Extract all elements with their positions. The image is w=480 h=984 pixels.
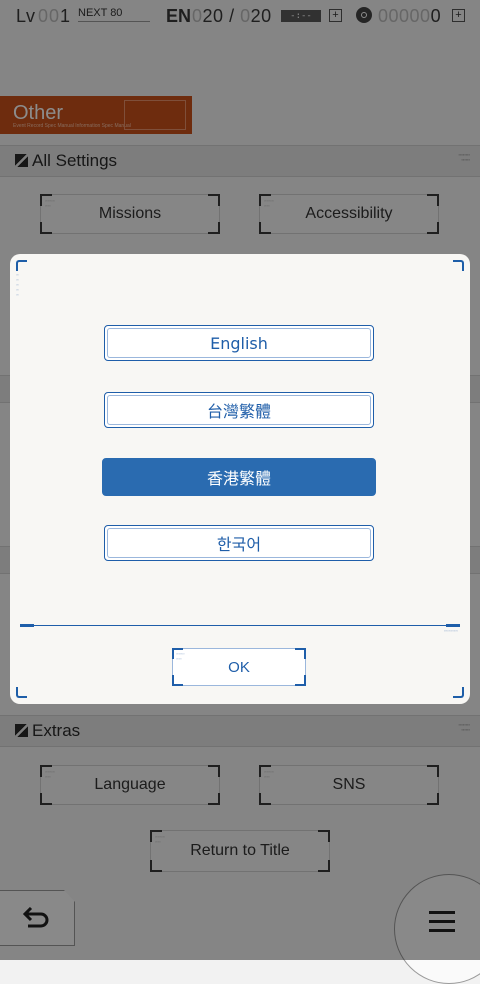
dialog-corner: [453, 687, 464, 698]
dialog-divider: [20, 625, 460, 626]
ok-label: OK: [228, 658, 250, 676]
language-option-label: 台灣繁體: [206, 402, 271, 421]
language-option-korean[interactable]: 한국어: [104, 525, 374, 561]
language-option-traditional-chinese-hongkong[interactable]: 香港繁體: [102, 458, 376, 496]
language-option-traditional-chinese-taiwan[interactable]: 台灣繁體: [104, 392, 374, 428]
dialog-divider-tag: ▫▫▫▫▫▫▫▫▫▫: [443, 628, 458, 633]
language-option-label: 香港繁體: [206, 469, 271, 488]
language-option-label: 한국어: [216, 535, 262, 554]
dialog-divider-end: [20, 624, 34, 627]
dialog-corner: [16, 260, 27, 271]
language-option-label: English: [210, 333, 268, 353]
dialog-tag: ▫▫ ▫▫ ▫▫ ▫▫ ▫▫: [16, 272, 19, 297]
dialog-corner: [16, 687, 27, 698]
dialog-corner: [453, 260, 464, 271]
language-option-english[interactable]: English: [104, 325, 374, 361]
ok-button[interactable]: ▫▫▫▫▫▫ ▫▫▫▫ OK: [172, 648, 306, 686]
dialog-divider-end: [446, 624, 460, 627]
language-dialog: ▫▫ ▫▫ ▫▫ ▫▫ ▫▫ English 台灣繁體 香港繁體 한국어 ▫▫▫▫▫▫▫…: [10, 254, 470, 704]
